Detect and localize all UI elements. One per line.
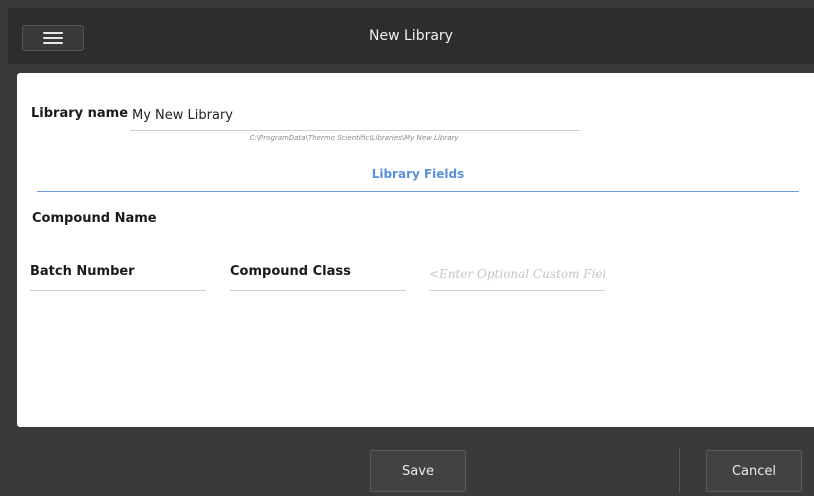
- cancel-button[interactable]: Cancel: [706, 450, 802, 492]
- library-path: C:\ProgramData\Thermo Scientific\Librari…: [249, 134, 459, 142]
- section-divider: [37, 191, 799, 192]
- title-bar: New Library: [8, 8, 814, 64]
- library-panel: Library name C:\ProgramData\Thermo Scien…: [17, 73, 814, 427]
- library-name-label: Library name: [31, 106, 129, 121]
- custom-field-input[interactable]: [429, 257, 605, 291]
- footer-bar: Save Cancel: [8, 438, 814, 496]
- save-button[interactable]: Save: [370, 450, 466, 492]
- compound-class-label: Compound Class: [230, 264, 351, 279]
- compound-name-field: Compound Name: [32, 211, 157, 226]
- batch-number-label: Batch Number: [30, 264, 135, 279]
- library-fields-heading: Library Fields: [371, 167, 465, 181]
- batch-number-field[interactable]: Batch Number: [30, 251, 206, 291]
- window-title: New Library: [369, 28, 453, 44]
- library-name-input[interactable]: [130, 100, 580, 131]
- footer-divider: [679, 448, 680, 492]
- compound-class-field[interactable]: Compound Class: [230, 251, 406, 291]
